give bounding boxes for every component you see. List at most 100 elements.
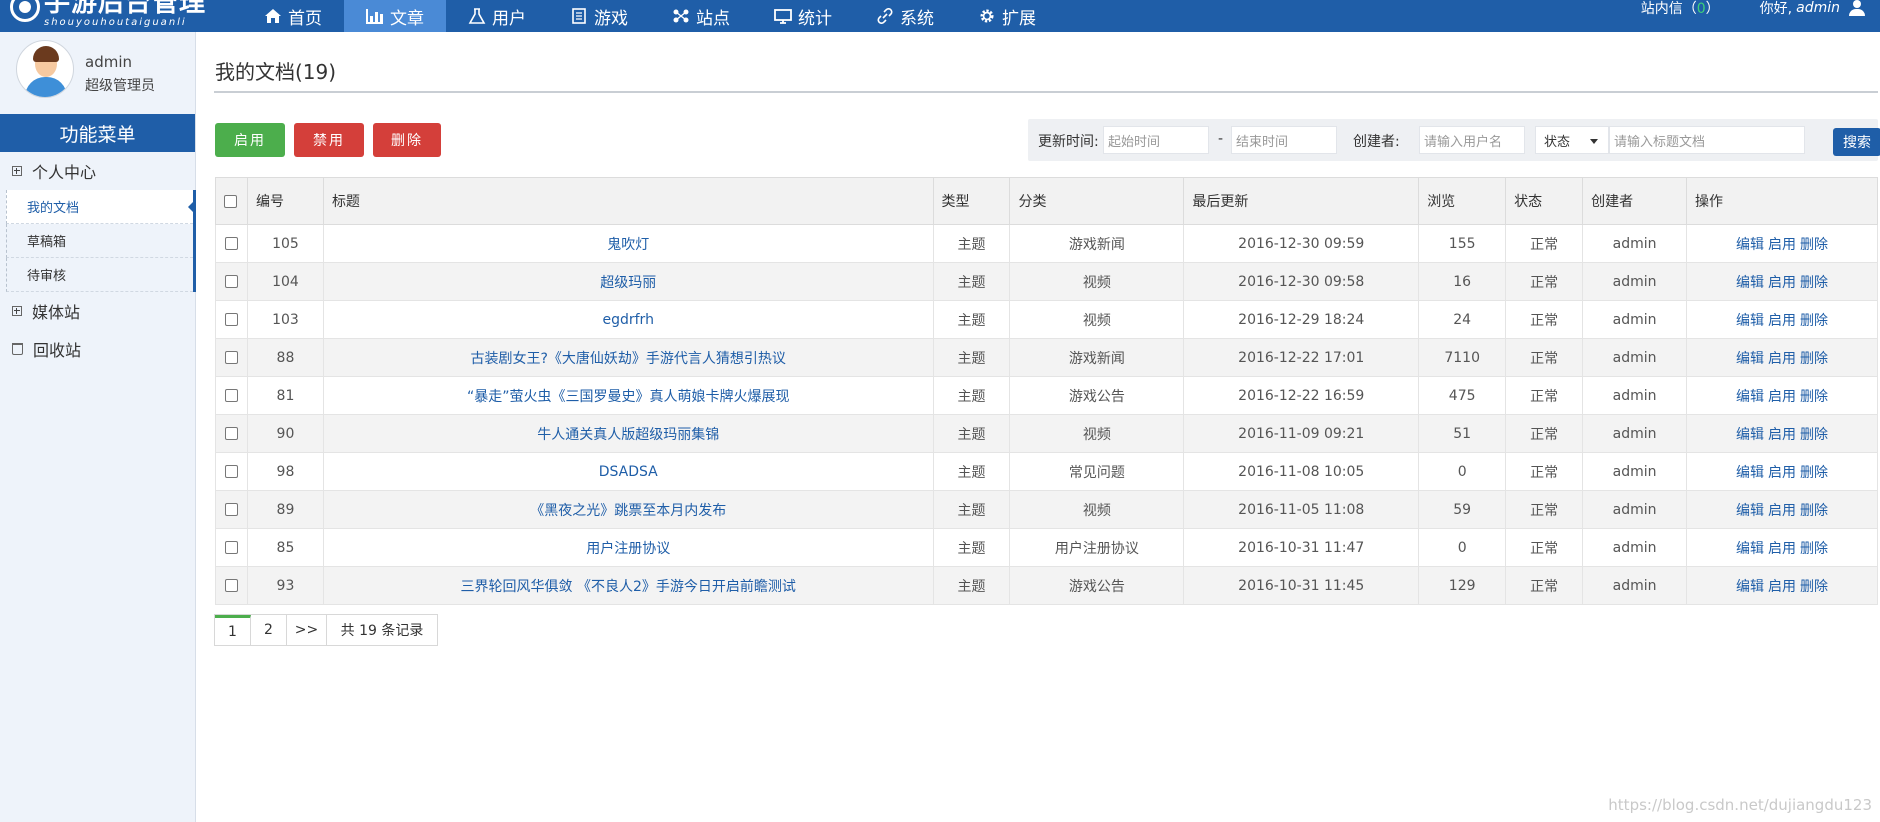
document-title-link[interactable]: 《黑夜之光》跳票至本月内发布 — [530, 503, 726, 519]
row-checkbox[interactable] — [224, 541, 238, 554]
edit-link[interactable]: 编辑 — [1736, 465, 1764, 481]
edit-link[interactable]: 编辑 — [1736, 313, 1764, 329]
cell-title: 牛人通关真人版超级玛丽集锦 — [322, 414, 934, 453]
end-time-input[interactable]: 结束时间 — [1231, 126, 1337, 154]
menu-group-media[interactable]: 媒体站 — [0, 292, 195, 330]
greeting-username[interactable]: admin — [1796, 0, 1840, 16]
edit-link[interactable]: 编辑 — [1736, 503, 1764, 519]
column-header[interactable]: 分类 — [1009, 177, 1185, 225]
cell-category: 游戏新闻 — [1009, 338, 1185, 377]
enable-button[interactable]: 启用 — [215, 123, 285, 157]
enable-link[interactable]: 启用 — [1768, 465, 1796, 481]
row-checkbox[interactable] — [224, 465, 238, 478]
document-title-link[interactable]: 超级玛丽 — [600, 275, 656, 291]
cell-updated: 2016-12-22 16:59 — [1183, 376, 1420, 415]
column-header[interactable]: 操作 — [1686, 177, 1878, 225]
enable-link[interactable]: 启用 — [1768, 427, 1796, 443]
document-title-link[interactable]: 古装剧女王?《大唐仙妖劫》手游代言人猜想引热议 — [471, 351, 786, 367]
edit-link[interactable]: 编辑 — [1736, 541, 1764, 557]
link-icon — [876, 8, 894, 24]
delete-link[interactable]: 删除 — [1800, 579, 1828, 595]
document-title-link[interactable]: 三界轮回风华俱敛 《不良人2》手游今日开启前瞻测试 — [461, 579, 796, 595]
sidebar-item-pending-review[interactable]: 待审核 — [6, 258, 193, 292]
page-1[interactable]: 1 — [215, 615, 251, 645]
delete-link[interactable]: 删除 — [1800, 237, 1828, 253]
column-header[interactable]: 标题 — [322, 177, 934, 225]
enable-link[interactable]: 启用 — [1768, 579, 1796, 595]
delete-link[interactable]: 删除 — [1800, 503, 1828, 519]
nav-users[interactable]: 用户 — [446, 0, 548, 32]
cell-status: 正常 — [1505, 224, 1584, 263]
column-header[interactable]: 状态 — [1505, 177, 1584, 225]
status-select[interactable]: 状态 — [1535, 126, 1609, 154]
delete-link[interactable]: 删除 — [1800, 351, 1828, 367]
delete-button[interactable]: 删除 — [373, 123, 441, 157]
edit-link[interactable]: 编辑 — [1736, 579, 1764, 595]
user-icon[interactable] — [1848, 0, 1866, 16]
nav-stats[interactable]: 统计 — [752, 0, 854, 32]
edit-link[interactable]: 编辑 — [1736, 427, 1764, 443]
document-title-link[interactable]: 用户注册协议 — [586, 541, 670, 557]
document-title-link[interactable]: DSADSA — [599, 464, 658, 480]
column-header[interactable]: 创建者 — [1582, 177, 1688, 225]
edit-link[interactable]: 编辑 — [1736, 275, 1764, 291]
column-header[interactable]: 类型 — [932, 177, 1011, 225]
page-2[interactable]: 2 — [251, 615, 287, 645]
column-header[interactable]: 编号 — [246, 177, 324, 225]
edit-link[interactable]: 编辑 — [1736, 351, 1764, 367]
nav-home[interactable]: 首页 — [242, 0, 344, 32]
menu-group-personal[interactable]: 个人中心 — [0, 152, 195, 190]
cell-status: 正常 — [1505, 262, 1584, 301]
enable-link[interactable]: 启用 — [1768, 275, 1796, 291]
home-icon — [264, 8, 282, 24]
enable-link[interactable]: 启用 — [1768, 389, 1796, 405]
enable-link[interactable]: 启用 — [1768, 503, 1796, 519]
document-title-link[interactable]: 鬼吹灯 — [607, 237, 649, 253]
row-checkbox[interactable] — [224, 427, 238, 440]
logo[interactable]: 手游后台管理 shouyouhoutaiguanli — [10, 0, 206, 30]
row-checkbox[interactable] — [224, 237, 238, 250]
row-checkbox[interactable] — [224, 503, 238, 516]
messages-link[interactable]: 站内信（0） — [1641, 0, 1720, 18]
nav-system[interactable]: 系统 — [854, 0, 956, 32]
column-header[interactable]: 浏览 — [1418, 177, 1507, 225]
greeting: 你好, — [1759, 1, 1793, 17]
row-checkbox[interactable] — [224, 275, 238, 288]
menu-group-recycle[interactable]: 回收站 — [0, 330, 195, 368]
sidebar-item-drafts[interactable]: 草稿箱 — [6, 224, 193, 258]
enable-link[interactable]: 启用 — [1768, 313, 1796, 329]
nav-articles[interactable]: 文章 — [344, 0, 446, 32]
nav-extensions[interactable]: 扩展 — [956, 0, 1058, 32]
document-title-link[interactable]: 牛人通关真人版超级玛丽集锦 — [537, 427, 719, 443]
delete-link[interactable]: 删除 — [1800, 465, 1828, 481]
cell-views: 0 — [1418, 452, 1507, 491]
title-search-input[interactable]: 请输入标题文档 — [1609, 126, 1805, 154]
avatar[interactable] — [16, 40, 74, 98]
delete-link[interactable]: 删除 — [1800, 389, 1828, 405]
start-time-input[interactable]: 起始时间 — [1103, 126, 1209, 154]
username-input[interactable]: 请输入用户名 — [1419, 126, 1525, 154]
sidebar-item-my-documents[interactable]: 我的文档 — [6, 190, 196, 224]
row-checkbox[interactable] — [224, 389, 238, 402]
enable-link[interactable]: 启用 — [1768, 541, 1796, 557]
delete-link[interactable]: 删除 — [1800, 541, 1828, 557]
row-checkbox[interactable] — [224, 579, 238, 592]
next-page[interactable]: >> — [287, 615, 327, 645]
enable-link[interactable]: 启用 — [1768, 351, 1796, 367]
select-all-checkbox[interactable] — [224, 194, 237, 208]
document-title-link[interactable]: egdrfrh — [602, 312, 653, 328]
edit-link[interactable]: 编辑 — [1736, 237, 1764, 253]
disable-button[interactable]: 禁用 — [294, 123, 364, 157]
column-header[interactable]: 最后更新 — [1183, 177, 1420, 225]
delete-link[interactable]: 删除 — [1800, 427, 1828, 443]
delete-link[interactable]: 删除 — [1800, 275, 1828, 291]
document-title-link[interactable]: “暴走”萤火虫《三国罗曼史》真人萌娘卡牌火爆展现 — [467, 389, 790, 405]
enable-link[interactable]: 启用 — [1768, 237, 1796, 253]
edit-link[interactable]: 编辑 — [1736, 389, 1764, 405]
nav-sites[interactable]: 站点 — [650, 0, 752, 32]
row-checkbox[interactable] — [224, 351, 238, 364]
delete-link[interactable]: 删除 — [1800, 313, 1828, 329]
search-button[interactable]: 搜索 — [1833, 128, 1880, 156]
row-checkbox[interactable] — [224, 313, 238, 326]
nav-games[interactable]: 游戏 — [548, 0, 650, 32]
